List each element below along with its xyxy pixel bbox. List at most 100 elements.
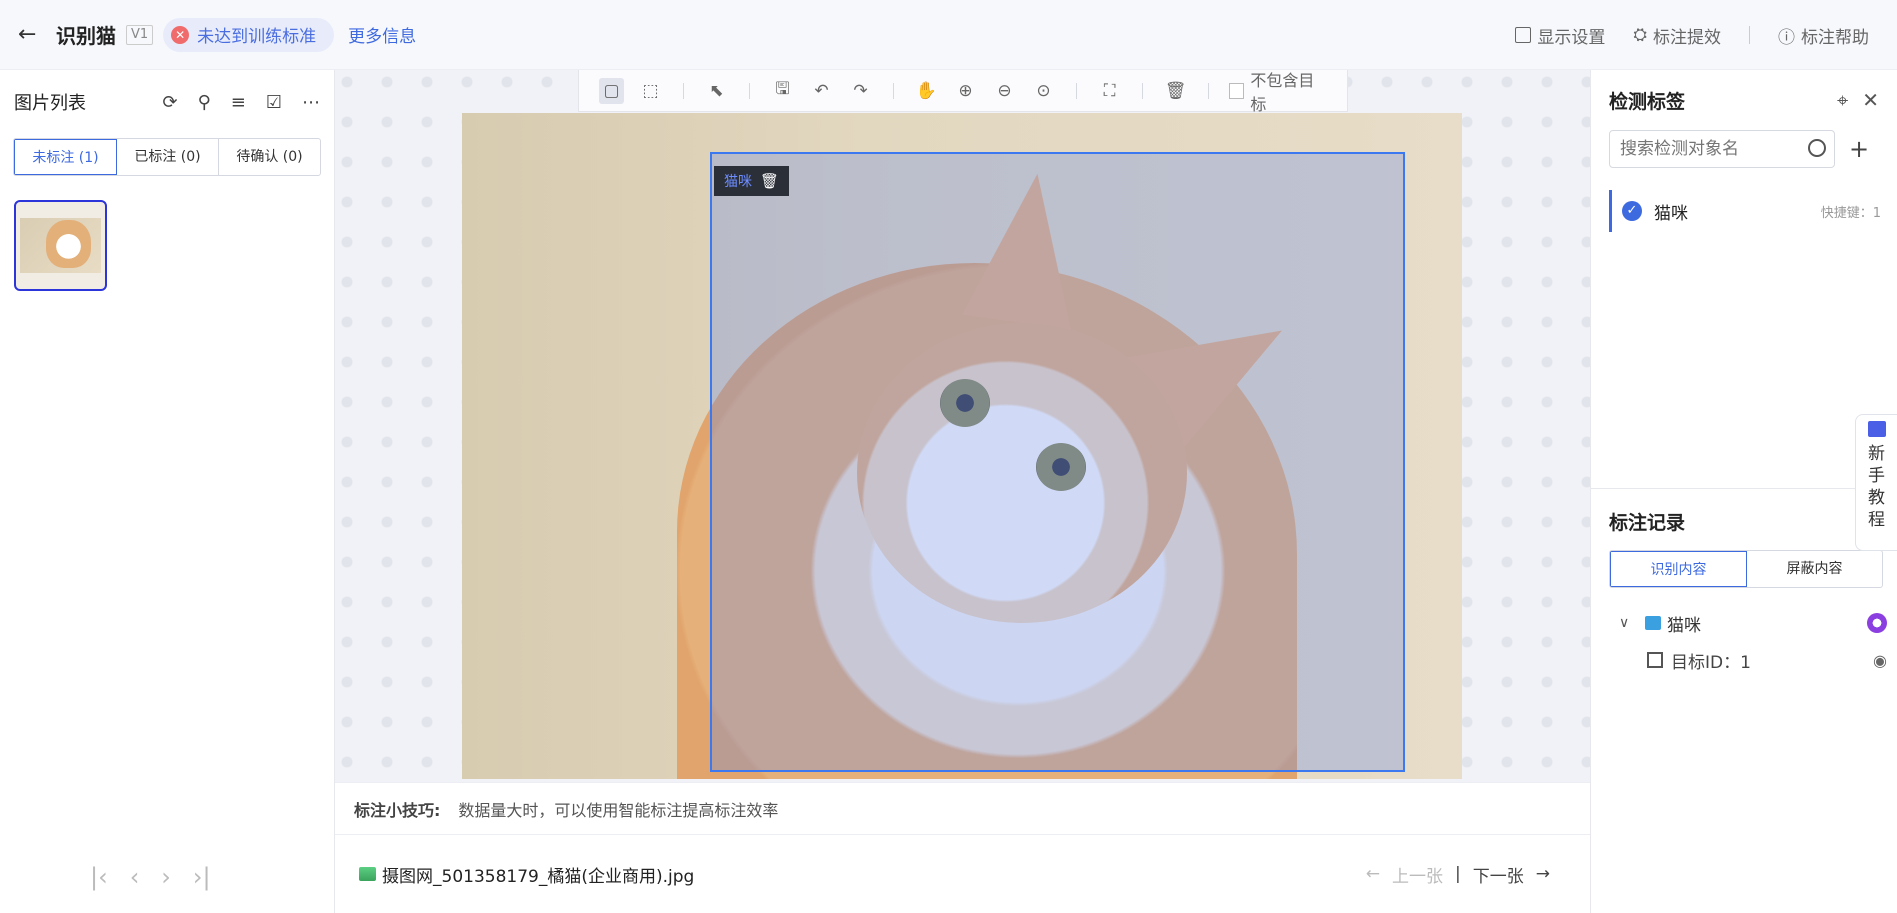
error-icon: ✕ bbox=[171, 25, 190, 44]
fit-center-icon[interactable]: ⊙ bbox=[1031, 78, 1056, 104]
label-panel: 检测标签 ⌖ ✕ + ✓ 猫咪 快捷键：1 标注记录 识别内容 屏蔽内容 ∨ 猫… bbox=[1590, 70, 1897, 913]
bounding-box[interactable]: 猫咪 🗑 bbox=[710, 152, 1405, 772]
zoom-in-icon[interactable]: ⊕ bbox=[953, 78, 978, 104]
tip-text: 数据量大时，可以使用智能标注提高标注效率 bbox=[458, 800, 779, 820]
beginner-tutorial-button[interactable]: 新 手 教 程 bbox=[1855, 414, 1897, 551]
check-icon: ✓ bbox=[1622, 201, 1642, 221]
image-list-panel: 图片列表 ⟳ ⚲ ≡ ☑ ⋯ 未标注 (1) 已标注 (0) 待确认 (0) |… bbox=[0, 70, 335, 913]
tab-recognized[interactable]: 识别内容 bbox=[1610, 551, 1747, 587]
label-name: 猫咪 bbox=[1654, 203, 1688, 224]
zoom-out-icon[interactable]: ⊖ bbox=[992, 78, 1017, 104]
divider bbox=[1142, 82, 1144, 99]
add-label-button[interactable]: + bbox=[1849, 135, 1869, 163]
robot-icon: ⛭ bbox=[1633, 25, 1647, 45]
no-target-checkbox[interactable]: 不包含目标 bbox=[1229, 67, 1327, 115]
polygon-tool-icon[interactable]: ⬚ bbox=[638, 78, 663, 104]
color-dot-icon[interactable] bbox=[1867, 613, 1887, 633]
close-icon[interactable]: ✕ bbox=[1862, 88, 1879, 112]
target-id-label: 目标ID：1 bbox=[1671, 652, 1751, 673]
tip-bar: 标注小技巧: 数据量大时，可以使用智能标注提高标注效率 bbox=[335, 782, 1590, 835]
tab-unlabeled[interactable]: 未标注 (1) bbox=[14, 139, 117, 175]
record-group[interactable]: ∨ 猫咪 bbox=[1619, 608, 1887, 638]
crop-icon[interactable]: ⛶ bbox=[1097, 78, 1122, 104]
annotation-efficiency-button[interactable]: ⛭ 标注提效 bbox=[1633, 23, 1721, 48]
page-title: 识别猫 bbox=[56, 24, 116, 48]
more-icon[interactable]: ⋯ bbox=[302, 92, 320, 113]
guide-char: 新 bbox=[1868, 444, 1885, 464]
display-settings-button[interactable]: 显示设置 bbox=[1515, 23, 1605, 48]
undo-icon[interactable]: ↶ bbox=[809, 78, 834, 104]
save-icon[interactable]: 🖫 bbox=[770, 78, 795, 104]
version-badge: V1 bbox=[126, 24, 154, 45]
trash-icon[interactable]: 🗑 bbox=[760, 172, 779, 190]
select-icon[interactable]: ☑ bbox=[266, 92, 282, 113]
search-icon[interactable]: ⚲ bbox=[198, 92, 211, 113]
tip-label: 标注小技巧: bbox=[354, 800, 441, 820]
annotation-efficiency-label: 标注提效 bbox=[1653, 27, 1721, 48]
tab-masked[interactable]: 屏蔽内容 bbox=[1747, 551, 1882, 587]
thumbnail-cat bbox=[46, 220, 91, 268]
tab-labeled[interactable]: 已标注 (0) bbox=[117, 139, 219, 175]
prev-page-icon[interactable]: ‹ bbox=[130, 863, 140, 891]
prev-image-button[interactable]: 上一张 bbox=[1392, 862, 1443, 887]
record-item[interactable]: 目标ID：1 ◉ bbox=[1647, 645, 1887, 675]
chevron-down-icon[interactable]: ∨ bbox=[1619, 615, 1641, 631]
search-icon[interactable] bbox=[1808, 139, 1826, 157]
label-item[interactable]: ✓ 猫咪 快捷键：1 bbox=[1609, 190, 1881, 232]
checkbox-box[interactable] bbox=[1229, 82, 1245, 99]
select-tool-icon[interactable]: ⬉ bbox=[704, 78, 729, 104]
record-tabs: 识别内容 屏蔽内容 bbox=[1609, 550, 1883, 588]
guide-char: 程 bbox=[1868, 510, 1885, 530]
tag-icon bbox=[1645, 616, 1661, 630]
layout-icon bbox=[1515, 27, 1532, 43]
annotation-help-button[interactable]: ⓘ 标注帮助 bbox=[1778, 23, 1869, 48]
rect-shape-icon bbox=[1647, 652, 1663, 668]
annotation-image[interactable]: 猫咪 🗑 bbox=[462, 113, 1462, 779]
divider bbox=[1208, 82, 1209, 99]
bbox-label-tag[interactable]: 猫咪 🗑 bbox=[714, 166, 790, 196]
book-icon bbox=[1867, 421, 1886, 437]
delete-icon[interactable]: 🗑 bbox=[1163, 78, 1188, 104]
next-page-icon[interactable]: › bbox=[161, 863, 171, 891]
prev-arrow-icon: ← bbox=[1365, 864, 1381, 884]
redo-icon[interactable]: ↷ bbox=[848, 78, 873, 104]
annotation-canvas-area: ▢ ⬚ ⬉ 🖫 ↶ ↷ ✋ ⊕ ⊖ ⊙ ⛶ 🗑 不包含目标 猫咪 🗑 标注小技巧… bbox=[335, 70, 1590, 913]
label-search-input[interactable] bbox=[1610, 131, 1834, 167]
list-pager: |‹ ‹ › ›| bbox=[90, 863, 211, 891]
divider bbox=[683, 82, 684, 99]
back-arrow-icon[interactable]: ← bbox=[18, 22, 48, 47]
annotation-help-label: 标注帮助 bbox=[1801, 27, 1869, 48]
last-page-icon[interactable]: ›| bbox=[193, 863, 211, 891]
visibility-eye-icon[interactable]: ◉ bbox=[1873, 651, 1887, 670]
pan-hand-icon[interactable]: ✋ bbox=[914, 78, 939, 104]
image-navigation: ← 上一张 | 下一张 → bbox=[1366, 835, 1550, 913]
sort-icon[interactable]: ≡ bbox=[231, 92, 246, 113]
divider bbox=[1076, 82, 1078, 99]
status-text: 未达到训练标准 bbox=[197, 27, 317, 47]
canvas-toolbar: ▢ ⬚ ⬉ 🖫 ↶ ↷ ✋ ⊕ ⊖ ⊙ ⛶ 🗑 不包含目标 bbox=[578, 67, 1348, 115]
display-settings-label: 显示设置 bbox=[1537, 27, 1606, 48]
help-icon: ⓘ bbox=[1778, 27, 1795, 48]
divider bbox=[1591, 488, 1897, 489]
guide-char: 手 bbox=[1868, 466, 1885, 486]
divider bbox=[893, 82, 894, 99]
record-group-label: 猫咪 bbox=[1667, 615, 1701, 636]
no-target-label: 不包含目标 bbox=[1250, 70, 1315, 114]
target-settings-icon[interactable]: ⌖ bbox=[1837, 88, 1848, 112]
next-arrow-icon[interactable]: → bbox=[1536, 864, 1550, 884]
next-image-button[interactable]: 下一张 bbox=[1473, 862, 1524, 887]
image-list-title: 图片列表 bbox=[14, 93, 86, 114]
refresh-icon[interactable]: ⟳ bbox=[162, 92, 177, 113]
status-badge: ✕ 未达到训练标准 bbox=[163, 17, 335, 52]
divider: | bbox=[1455, 864, 1461, 884]
image-status-tabs: 未标注 (1) 已标注 (0) 待确认 (0) bbox=[13, 138, 321, 176]
rect-tool-icon[interactable]: ▢ bbox=[599, 77, 625, 104]
bbox-label-text: 猫咪 bbox=[724, 174, 752, 190]
more-info-link[interactable]: 更多信息 bbox=[348, 22, 416, 47]
image-thumbnail[interactable] bbox=[14, 200, 107, 291]
image-file-icon bbox=[359, 867, 376, 881]
first-page-icon[interactable]: |‹ bbox=[90, 863, 108, 891]
file-bar: 摄图网_501358179_橘猫(企业商用).jpg ← 上一张 | 下一张 → bbox=[335, 835, 1590, 913]
tab-pending[interactable]: 待确认 (0) bbox=[219, 139, 320, 175]
records-title: 标注记录 bbox=[1609, 512, 1686, 534]
